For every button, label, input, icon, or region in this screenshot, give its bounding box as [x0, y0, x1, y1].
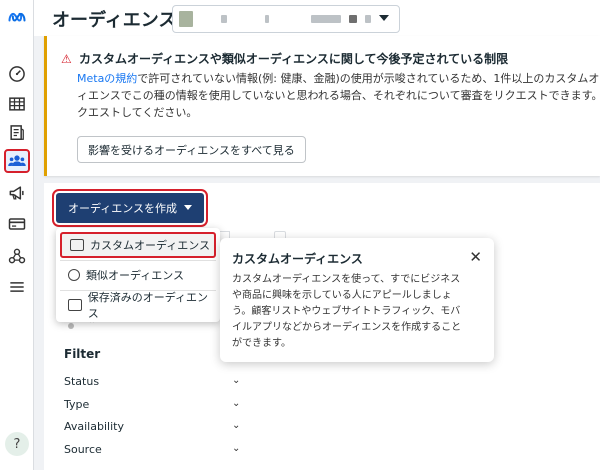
redacted-text [221, 15, 227, 23]
campaign-icon[interactable] [4, 181, 30, 205]
menu-item-lookalike-audience[interactable]: 類似オーディエンス [60, 262, 216, 288]
tooltip-body: カスタムオーディエンスを使って、すでにビジネス や商品に興味を示している人にアピ… [232, 272, 484, 352]
page-title: オーディエンス [52, 10, 177, 31]
close-icon[interactable]: ✕ [469, 248, 482, 266]
meta-terms-link[interactable]: Metaの規約 [77, 72, 137, 85]
menu-item-label: 類似オーディエンス [86, 269, 185, 282]
warning-body-line: ィエンスでこの種の情報を使用していないと思われる場合、それぞれについて審査をリク… [77, 89, 600, 102]
redacted-text [349, 15, 357, 23]
filter-title: Filter [64, 347, 101, 361]
warning-title: カスタムオーディエンスや類似オーディエンスに関して今後予定されている制限 [79, 52, 509, 66]
page-header: オーディエンス [34, 0, 600, 36]
tooltip-line: ができます。 [232, 338, 291, 349]
filter-label: Source [64, 443, 102, 456]
tooltip-line: イルアプリなどからオーディエンスを作成すること [232, 322, 462, 333]
filter-label: Type [64, 398, 90, 411]
tooltip-line: カスタムオーディエンスを使って、すでにビジネス [232, 274, 461, 285]
network-icon[interactable] [4, 244, 30, 268]
filter-availability[interactable]: Availability ⌄ [64, 420, 244, 433]
filter-status[interactable]: Status ⌄ [64, 375, 244, 388]
filter-label: Status [64, 375, 100, 388]
menu-item-label: 保存済みのオーディエンス [87, 291, 208, 320]
menu-item-custom-audience[interactable]: カスタムオーディエンス [60, 232, 216, 258]
status-dot [68, 323, 74, 329]
menu-divider [60, 260, 216, 261]
dashboard-icon[interactable] [4, 62, 30, 86]
redacted-text [365, 15, 371, 23]
warning-body: Metaの規約で許可されていない情報(例: 健康、金融)の使用が示唆されているた… [77, 70, 600, 121]
audiences-icon[interactable] [4, 149, 30, 173]
create-audience-button[interactable]: オーディエンスを作成 [52, 189, 208, 227]
tooltip-line: う。顧客リストやウェブサイトトラフィック、モバ [232, 306, 461, 317]
meta-logo-icon[interactable] [4, 6, 30, 30]
tooltip-title: カスタムオーディエンス [232, 252, 363, 266]
chevron-down-icon: ⌄ [232, 443, 241, 454]
filter-label: Availability [64, 420, 124, 433]
table-icon[interactable] [4, 92, 30, 116]
create-audience-menu: カスタムオーディエンス 類似オーディエンス 保存済みのオーディエンス [56, 228, 220, 322]
menu-item-saved-audience[interactable]: 保存済みのオーディエンス [60, 291, 216, 320]
warning-body-line: クエストしてください。 [77, 106, 198, 119]
custom-audience-tooltip: カスタムオーディエンス ✕ カスタムオーディエンスを使って、すでにビジネス や商… [220, 238, 494, 362]
filter-source[interactable]: Source ⌄ [64, 443, 244, 456]
warning-title-row: ⚠ カスタムオーディエンスや類似オーディエンスに関して今後予定されている制限 [61, 50, 508, 67]
left-navigation-rail: ? [0, 0, 34, 470]
chevron-down-icon: ⌄ [232, 398, 241, 409]
warning-icon: ⚠ [61, 52, 72, 66]
lookalike-audience-icon [68, 269, 80, 281]
custom-audience-icon [70, 239, 84, 251]
filter-type[interactable]: Type ⌄ [64, 398, 244, 411]
folder-icon [68, 299, 82, 311]
create-audience-label: オーディエンスを作成 [68, 202, 178, 215]
menu-item-label: カスタムオーディエンス [90, 239, 211, 252]
ad-account-selector[interactable] [172, 5, 400, 33]
chevron-down-icon: ⌄ [232, 420, 241, 431]
help-button[interactable]: ? [5, 432, 29, 456]
billing-icon[interactable] [4, 212, 30, 236]
redacted-text [311, 15, 341, 23]
menu-icon[interactable] [4, 275, 30, 299]
tooltip-line: や商品に興味を示している人にアピールしましょ [232, 290, 452, 301]
chevron-down-icon: ⌄ [232, 375, 241, 386]
see-affected-audiences-button[interactable]: 影響を受けるオーディエンスをすべて見る [77, 136, 306, 163]
redacted-text [265, 15, 269, 23]
account-avatar [179, 11, 193, 27]
restriction-warning-panel: ⚠ カスタムオーディエンスや類似オーディエンスに関して今後予定されている制限 Me… [44, 36, 600, 176]
chevron-down-icon [379, 15, 389, 21]
catalog-icon[interactable] [4, 121, 30, 145]
warning-body-line: で許可されていない情報(例: 健康、金融)の使用が示唆されているため、1件以上の… [137, 72, 600, 85]
chevron-down-icon [184, 205, 192, 210]
